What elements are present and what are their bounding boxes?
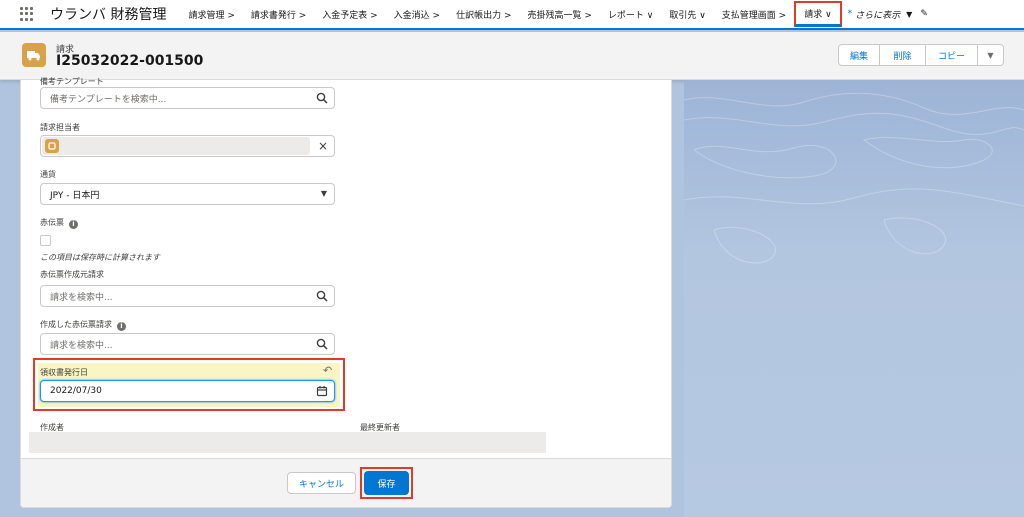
receipt-date-label: 領収書発行日: [40, 368, 88, 377]
red-slip-help-text: この項目は保存時に計算されます: [40, 253, 160, 262]
red-slip-checkbox[interactable]: [40, 235, 51, 246]
undo-icon[interactable]: ↶: [323, 364, 332, 377]
search-icon: [316, 338, 328, 350]
app-name: ウランバ 財務管理: [50, 7, 167, 23]
actions-dropdown-button[interactable]: ▼: [978, 44, 1004, 66]
nav-item-billing[interactable]: 請求 ∨: [794, 1, 842, 27]
currency-label: 通貨: [40, 170, 56, 179]
red-slip-label-text: 赤伝票: [40, 218, 64, 227]
created-red-slip-label-text: 作成した赤伝票請求: [40, 320, 112, 329]
record-title: I25032022-001500: [56, 53, 204, 69]
record-actions: 編集 削除 コピー ▼: [838, 44, 1004, 66]
edit-button[interactable]: 編集: [838, 44, 880, 66]
red-slip-source-label: 赤伝票作成元請求: [40, 270, 104, 279]
system-info-values: [29, 432, 546, 453]
nav-item-journal-export[interactable]: 仕訳帳出力 >: [448, 0, 519, 29]
more-star: *: [847, 9, 853, 19]
billing-owner-label: 請求担当者: [40, 123, 80, 132]
currency-select[interactable]: JPY - 日本円 ▼: [40, 183, 335, 205]
nav-item-payment-reconcile[interactable]: 入金消込 >: [386, 0, 448, 29]
created-red-slip-placeholder: 請求を検索中...: [50, 340, 113, 351]
nav-item-receivables[interactable]: 売掛残高一覧 >: [519, 0, 599, 29]
nav-item-billing-management[interactable]: 請求管理 >: [180, 0, 242, 29]
red-slip-source-placeholder: 請求を検索中...: [50, 292, 113, 303]
nav-item-payment-schedule[interactable]: 入金予定表 >: [314, 0, 385, 29]
billing-owner-lookup[interactable]: ×: [40, 135, 335, 157]
more-label: さらに表示: [855, 10, 901, 21]
form-footer: キャンセル 保存: [21, 458, 671, 507]
receipt-date-input[interactable]: 2022/07/30: [40, 380, 335, 402]
chevron-down-icon: ▼: [906, 9, 913, 19]
created-red-slip-label: 作成した赤伝票請求 i: [40, 319, 126, 331]
cancel-button[interactable]: キャンセル: [287, 472, 356, 494]
global-nav: ウランバ 財務管理 請求管理 > 請求書発行 > 入金予定表 > 入金消込 > …: [0, 0, 1024, 30]
chevron-down-icon: ▼: [320, 189, 327, 198]
save-button[interactable]: 保存: [364, 471, 409, 495]
clear-icon[interactable]: ×: [318, 139, 328, 153]
red-slip-source-search-input[interactable]: 請求を検索中...: [40, 285, 335, 307]
search-icon: [316, 290, 328, 302]
user-avatar-icon: [45, 139, 59, 153]
remarks-template-label: 備考テンプレート: [40, 77, 104, 86]
info-icon[interactable]: i: [117, 322, 126, 331]
record-edit-form: 備考テンプレート 備考テンプレートを検索中... 請求担当者 × 通貨 JPY …: [20, 77, 672, 508]
pencil-icon[interactable]: ✎: [918, 9, 934, 19]
delete-button[interactable]: 削除: [880, 44, 926, 66]
created-red-slip-search-input[interactable]: 請求を検索中...: [40, 333, 335, 355]
nav-items: 請求管理 > 請求書発行 > 入金予定表 > 入金消込 > 仕訳帳出力 > 売掛…: [180, 0, 842, 29]
calendar-icon[interactable]: [316, 385, 328, 397]
search-icon: [316, 92, 328, 104]
info-icon[interactable]: i: [69, 220, 78, 229]
record-header: 請求 I25032022-001500 編集 削除 コピー ▼: [0, 32, 1024, 80]
remarks-template-search-input[interactable]: 備考テンプレートを検索中...: [40, 87, 335, 109]
record-type-icon: [22, 43, 46, 67]
copy-button[interactable]: コピー: [926, 44, 978, 66]
nav-item-invoice-issue[interactable]: 請求書発行 >: [243, 0, 314, 29]
nav-item-payment-management[interactable]: 支払管理画面 >: [714, 0, 794, 29]
receipt-date-value: 2022/07/30: [50, 386, 102, 396]
app-launcher-icon[interactable]: [20, 7, 34, 21]
nav-item-reports[interactable]: レポート ∨: [600, 0, 661, 29]
more-menu[interactable]: * さらに表示 ▼: [842, 8, 919, 21]
currency-value: JPY - 日本円: [50, 190, 100, 201]
red-slip-label: 赤伝票 i: [40, 217, 78, 229]
nav-item-accounts[interactable]: 取引先 ∨: [661, 0, 713, 29]
background-decoration: [684, 80, 1024, 517]
billing-owner-pill: [42, 137, 310, 155]
remarks-template-placeholder: 備考テンプレートを検索中...: [50, 94, 167, 105]
